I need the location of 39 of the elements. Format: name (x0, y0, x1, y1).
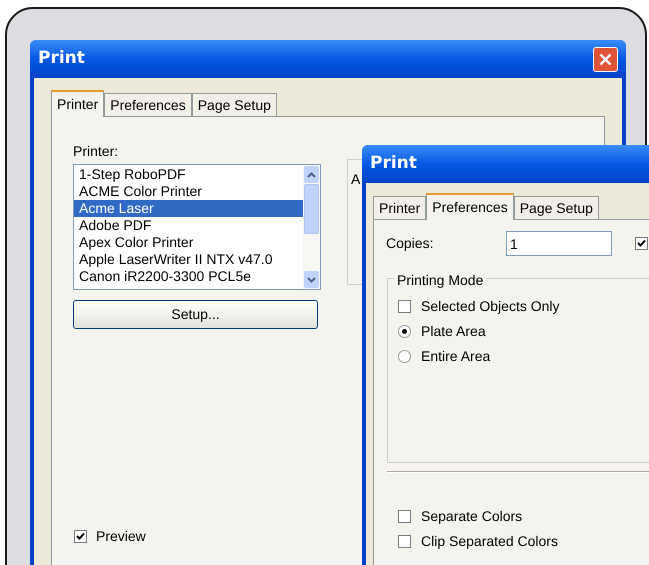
printer-list-item[interactable]: ACME Color Printer (74, 183, 303, 200)
scroll-down-icon[interactable] (304, 271, 319, 288)
window-title: Print (370, 152, 417, 176)
close-button[interactable] (593, 46, 618, 72)
group-text: A (351, 171, 360, 187)
tab[interactable]: Page Setup (192, 93, 277, 116)
option-label: Entire Area (421, 347, 490, 366)
printer-list-item[interactable]: Apex Color Printer (74, 234, 303, 251)
scroll-thumb[interactable] (304, 184, 319, 234)
tab[interactable]: Page Setup (514, 196, 599, 219)
tab[interactable]: Preferences (426, 193, 514, 220)
setup-button[interactable]: Setup... (73, 300, 318, 329)
printer-list-item[interactable]: Canon iR2200-3300 PCL5e (74, 268, 303, 285)
tab[interactable]: Printer (51, 90, 104, 117)
checkbox[interactable] (635, 237, 648, 250)
checkbox[interactable] (74, 530, 87, 543)
printer-list-item[interactable]: 1-Step RoboPDF (74, 166, 303, 183)
preview-label: Preview (96, 527, 146, 546)
close-icon (599, 52, 612, 66)
copies-field[interactable]: 1 (506, 231, 612, 256)
checkbox[interactable] (398, 535, 411, 548)
window-title: Print (38, 47, 85, 70)
printer-label: Printer: (73, 142, 120, 161)
tab[interactable]: Printer (373, 196, 426, 219)
scrollbar[interactable] (303, 165, 320, 289)
option-label: Selected Objects Only (421, 297, 560, 316)
printer-list-item[interactable]: Acme Laser (74, 200, 303, 217)
printer-list-item[interactable]: Apple LaserWriter II NTX v47.0 (74, 251, 303, 268)
checkbox[interactable] (398, 300, 411, 313)
checkbox[interactable] (398, 510, 411, 523)
scroll-up-icon[interactable] (304, 166, 319, 183)
option-label: Plate Area (421, 322, 486, 341)
copies-label: Copies: (386, 234, 434, 253)
printer-list-item[interactable]: Adobe PDF (74, 217, 303, 234)
tab[interactable]: Preferences (104, 93, 192, 116)
radio-button[interactable] (398, 350, 411, 363)
option-label: Separate Colors (421, 507, 522, 526)
radio-button[interactable] (398, 325, 411, 338)
option-label: Clip Separated Colors (421, 532, 558, 551)
